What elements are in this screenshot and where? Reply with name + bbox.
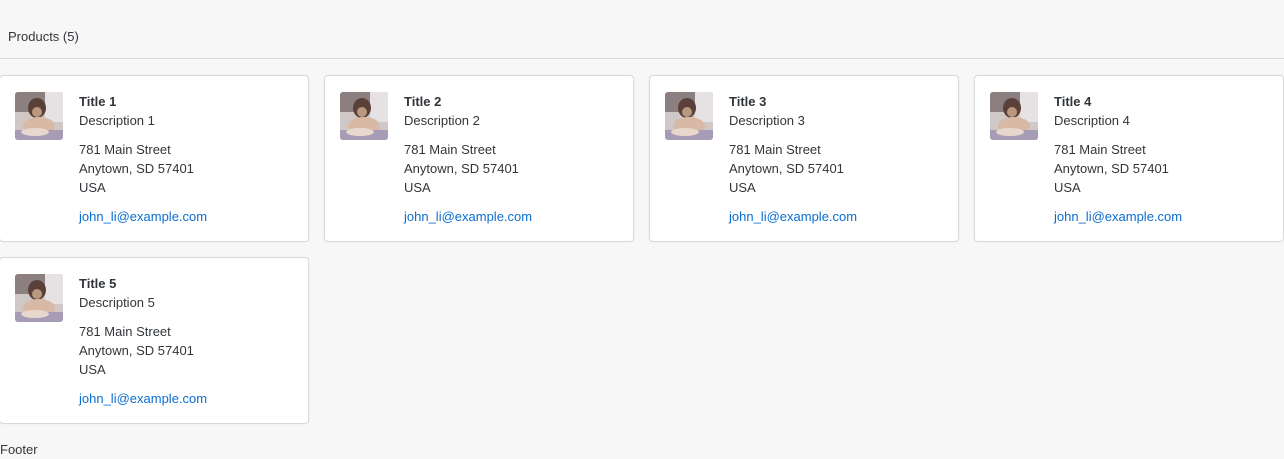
address-street: 781 Main Street <box>79 324 171 339</box>
footer: Footer <box>0 442 38 457</box>
dog-photo-icon <box>15 92 63 140</box>
address-street: 781 Main Street <box>729 142 821 157</box>
address-city: Anytown, SD 57401 <box>729 161 844 176</box>
product-card[interactable]: Title 3 Description 3 781 Main Street An… <box>649 75 959 242</box>
card-description: Description 4 <box>1054 113 1130 128</box>
product-card[interactable]: Title 1 Description 1 781 Main Street An… <box>0 75 309 242</box>
card-title: Title 5 <box>79 276 117 291</box>
card-description: Description 5 <box>79 295 155 310</box>
address-street: 781 Main Street <box>404 142 496 157</box>
card-description: Description 2 <box>404 113 480 128</box>
email-link[interactable]: john_li@example.com <box>1054 209 1182 224</box>
list-title: Products (5) <box>8 29 79 44</box>
address-street: 781 Main Street <box>1054 142 1146 157</box>
list-header: Products (5) <box>0 0 1284 59</box>
card-title: Title 1 <box>79 94 117 109</box>
email-link[interactable]: john_li@example.com <box>79 391 207 406</box>
product-card[interactable]: Title 2 Description 2 781 Main Street An… <box>324 75 634 242</box>
address-city: Anytown, SD 57401 <box>79 161 194 176</box>
address-city: Anytown, SD 57401 <box>79 343 194 358</box>
card-title: Title 2 <box>404 94 442 109</box>
product-card[interactable]: Title 4 Description 4 781 Main Street An… <box>974 75 1284 242</box>
card-title: Title 3 <box>729 94 767 109</box>
card-description: Description 1 <box>79 113 155 128</box>
email-link[interactable]: john_li@example.com <box>79 209 207 224</box>
address-country: USA <box>79 180 106 195</box>
address-city: Anytown, SD 57401 <box>1054 161 1169 176</box>
address-country: USA <box>79 362 106 377</box>
email-link[interactable]: john_li@example.com <box>729 209 857 224</box>
card-description: Description 3 <box>729 113 805 128</box>
address-street: 781 Main Street <box>79 142 171 157</box>
dog-photo-icon <box>340 92 388 140</box>
dog-photo-icon <box>15 274 63 322</box>
email-link[interactable]: john_li@example.com <box>404 209 532 224</box>
address-city: Anytown, SD 57401 <box>404 161 519 176</box>
dog-photo-icon <box>990 92 1038 140</box>
address-country: USA <box>1054 180 1081 195</box>
address-country: USA <box>404 180 431 195</box>
dog-photo-icon <box>665 92 713 140</box>
card-title: Title 4 <box>1054 94 1092 109</box>
product-card[interactable]: Title 5 Description 5 781 Main Street An… <box>0 257 309 424</box>
address-country: USA <box>729 180 756 195</box>
